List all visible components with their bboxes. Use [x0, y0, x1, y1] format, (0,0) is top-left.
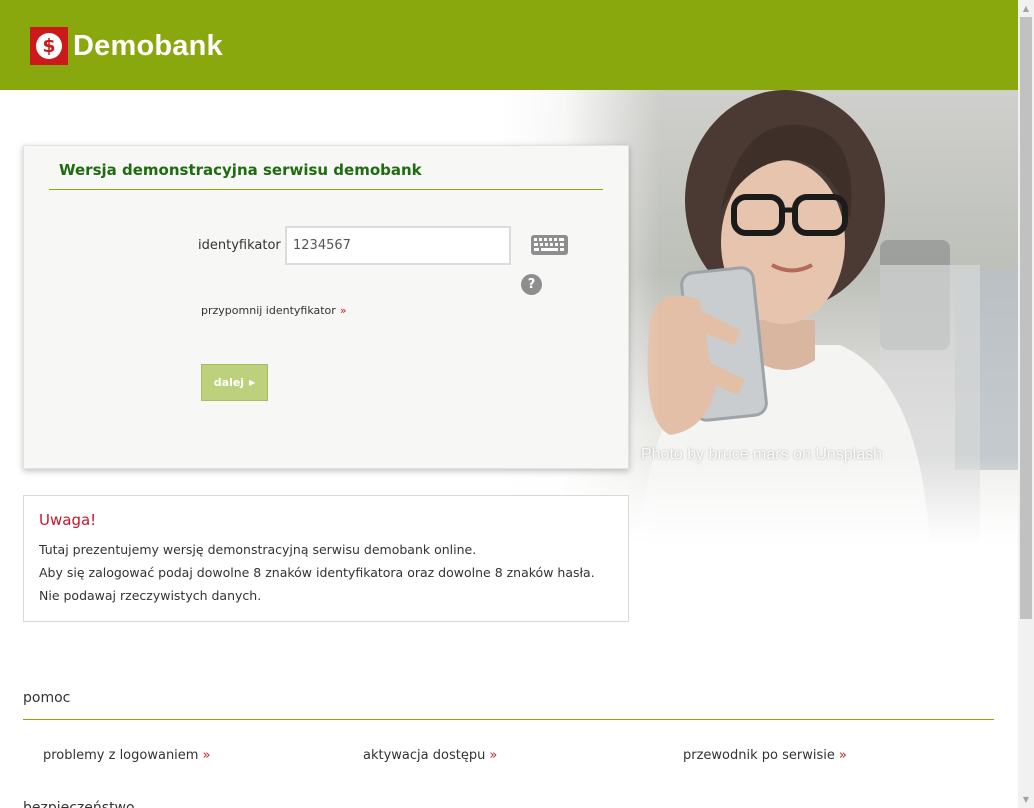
help-link-label: przewodnik po serwisie: [683, 748, 835, 763]
scroll-up-icon[interactable]: ▲: [1018, 0, 1034, 17]
identifier-input[interactable]: [285, 226, 511, 265]
remind-identifier-link[interactable]: przypomnij identyfikator»: [201, 304, 347, 317]
help-link-service-guide[interactable]: przewodnik po serwisie»: [683, 748, 847, 763]
security-section-title: bezpieczeństwo: [23, 800, 135, 808]
caret-right-icon: ▶: [249, 378, 256, 387]
dollar-icon: $: [30, 27, 68, 65]
warning-box: Uwaga! Tutaj prezentujemy wersję demonst…: [23, 495, 629, 622]
help-icon[interactable]: ?: [521, 274, 542, 295]
dollar-symbol: $: [36, 33, 62, 59]
help-section-divider: [23, 719, 994, 720]
help-section-title: pomoc: [23, 690, 71, 706]
help-link-login-problems[interactable]: problemy z logowaniem»: [43, 748, 210, 763]
top-header-bar: $ Demobank: [0, 0, 1018, 90]
help-link-label: aktywacja dostępu: [363, 748, 486, 763]
demobank-logo[interactable]: $ Demobank: [30, 27, 223, 65]
warning-line-2: Aby się zalogować podaj dowolne 8 znaków…: [39, 565, 595, 603]
link-arrow-icon: »: [202, 748, 211, 763]
next-button-label: dalej: [213, 376, 245, 389]
help-link-label: problemy z logowaniem: [43, 748, 199, 763]
login-title: Wersja demonstracyjna serwisu demobank: [59, 161, 422, 179]
remind-identifier-label: przypomnij identyfikator: [201, 304, 336, 317]
brand-name: Demobank: [73, 29, 223, 62]
warning-line-1: Tutaj prezentujemy wersję demonstracyjną…: [39, 542, 477, 557]
login-panel: Wersja demonstracyjna serwisu demobank i…: [23, 145, 629, 469]
link-arrow-icon: »: [489, 748, 498, 763]
warning-title: Uwaga!: [39, 511, 97, 529]
link-arrow-icon: »: [838, 748, 847, 763]
help-link-access-activation[interactable]: aktywacja dostępu»: [363, 748, 497, 763]
vertical-scrollbar[interactable]: ▲ ▼: [1018, 0, 1034, 808]
photo-credit: Photo by bruce mars on Unsplash: [641, 446, 883, 463]
identifier-label: identyfikator: [198, 238, 281, 253]
scrollbar-thumb[interactable]: [1020, 17, 1032, 619]
scroll-down-icon[interactable]: ▼: [1018, 791, 1034, 808]
next-button[interactable]: dalej ▶: [201, 364, 268, 401]
help-section: pomoc problemy z logowaniem» aktywacja d…: [23, 690, 994, 763]
warning-text: Tutaj prezentujemy wersję demonstracyjną…: [39, 538, 614, 607]
keyboard-icon[interactable]: [531, 235, 568, 255]
link-arrow-icon: »: [339, 304, 347, 317]
login-title-divider: [49, 189, 603, 190]
